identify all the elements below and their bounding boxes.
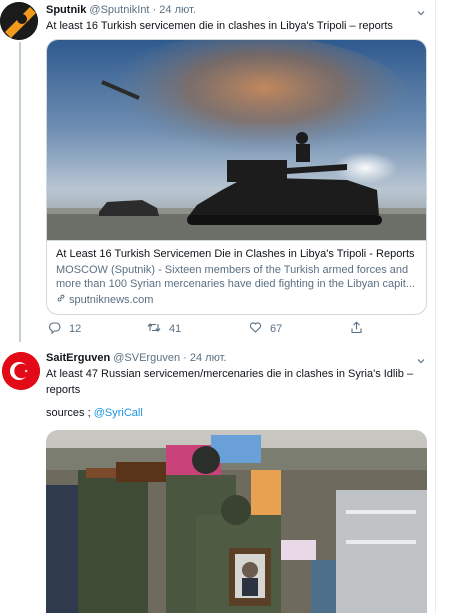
- mention-link[interactable]: @SyriCall: [94, 407, 143, 419]
- turkish-flag-avatar: [2, 352, 40, 390]
- link-icon: [56, 293, 66, 307]
- card-title[interactable]: At Least 16 Turkish Servicemen Die in Cl…: [56, 247, 418, 261]
- card-divider: [47, 240, 426, 241]
- heart-icon: [249, 321, 262, 337]
- tweet-sources-line: sources ; @SyriCall: [46, 405, 426, 421]
- share-button[interactable]: [350, 320, 363, 338]
- funeral-photo: [46, 430, 427, 613]
- avatar-sputnik[interactable]: [0, 2, 38, 40]
- reply-button[interactable]: 12: [48, 320, 81, 338]
- tweet-text: At least 16 Turkish servicemen die in cl…: [46, 20, 393, 32]
- sources-label: sources ;: [46, 407, 91, 419]
- thread-line: [19, 42, 21, 342]
- card-image: [47, 40, 426, 240]
- tweet-header: Sputnik @SputnikInt · 24 лют.: [46, 2, 196, 18]
- retweet-button[interactable]: 41: [147, 320, 181, 338]
- tweet-text: At least 47 Russian servicemen/mercenari…: [46, 368, 414, 396]
- display-name[interactable]: SaitErguven: [46, 352, 110, 364]
- share-icon: [350, 321, 363, 337]
- reply-icon: [48, 321, 61, 337]
- like-count: 67: [270, 323, 283, 335]
- chevron-down-icon[interactable]: [416, 353, 426, 364]
- chevron-down-icon[interactable]: [416, 5, 426, 16]
- card-domain-text: sputniknews.com: [69, 294, 154, 306]
- sputnik-logo: [0, 2, 38, 40]
- retweet-icon: [147, 321, 161, 337]
- handle[interactable]: @SVErguven: [113, 352, 180, 364]
- tweet-actions: 12 41 67: [46, 320, 386, 338]
- tweet-photo[interactable]: [46, 430, 427, 613]
- avatar-saiterguven[interactable]: [2, 352, 40, 390]
- reply-count: 12: [69, 323, 82, 335]
- timestamp[interactable]: 24 лют.: [190, 352, 227, 364]
- handle[interactable]: @SputnikInt: [89, 4, 149, 16]
- tweet-header: SaitErguven @SVErguven · 24 лют.: [46, 350, 226, 366]
- retweet-count: 41: [169, 323, 182, 335]
- card-description: MOSCOW (Sputnik) - Sixteen members of th…: [56, 264, 415, 290]
- display-name[interactable]: Sputnik: [46, 4, 86, 16]
- link-card[interactable]: At Least 16 Turkish Servicemen Die in Cl…: [46, 39, 427, 315]
- like-button[interactable]: 67: [249, 320, 282, 338]
- separator: ·: [183, 352, 187, 364]
- separator: ·: [152, 4, 157, 16]
- card-domain[interactable]: sputniknews.com: [56, 293, 153, 307]
- timestamp[interactable]: 24 лют.: [159, 4, 196, 16]
